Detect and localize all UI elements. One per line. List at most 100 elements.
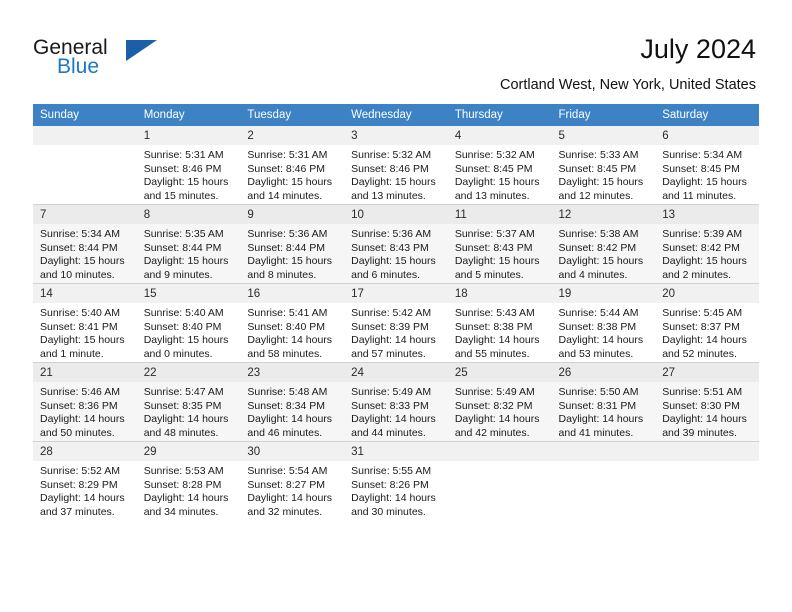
day-cell-inner: 11 Sunrise: 5:37 AM Sunset: 8:43 PM Dayligh… bbox=[447, 205, 552, 283]
daylight-text: and 52 minutes. bbox=[662, 347, 737, 360]
calendar-day-cell[interactable]: 8 Sunrise: 5:35 AM Sunset: 8:44 PM Daylight… bbox=[136, 204, 241, 284]
calendar-day-cell[interactable]: 6 Sunrise: 5:34 AM Sunset: 8:45 PM Daylight… bbox=[655, 126, 759, 205]
daylight-text: Daylight: 15 hours bbox=[558, 255, 644, 268]
daylight-text: and 58 minutes. bbox=[247, 347, 323, 360]
calendar-day-cell[interactable]: 28 Sunrise: 5:52 AM Sunset: 8:29 PM Dayligh… bbox=[33, 441, 137, 520]
day-number: 2 bbox=[240, 126, 345, 145]
daylight-text: and 14 minutes. bbox=[247, 189, 323, 202]
daylight-text: and 12 minutes. bbox=[558, 189, 634, 202]
calendar-week-row: 28 Sunrise: 5:52 AM Sunset: 8:29 PM Dayligh… bbox=[33, 441, 759, 520]
calendar-day-cell[interactable]: 20 Sunrise: 5:45 AM Sunset: 8:37 PM Dayligh… bbox=[655, 283, 759, 363]
calendar-day-cell[interactable]: 27 Sunrise: 5:51 AM Sunset: 8:30 PM Dayligh… bbox=[655, 362, 759, 442]
calendar-day-cell[interactable]: 21 Sunrise: 5:46 AM Sunset: 8:36 PM Dayligh… bbox=[33, 362, 137, 442]
calendar-day-cell[interactable]: 23 Sunrise: 5:48 AM Sunset: 8:34 PM Dayligh… bbox=[240, 362, 345, 442]
daylight-text: and 37 minutes. bbox=[40, 505, 115, 518]
calendar-day-cell[interactable]: 13 Sunrise: 5:39 AM Sunset: 8:42 PM Dayligh… bbox=[655, 204, 759, 284]
sunrise-text: Sunrise: 5:40 AM bbox=[143, 307, 224, 319]
sunrise-text: Sunrise: 5:34 AM bbox=[662, 149, 743, 161]
calendar-day-cell[interactable]: 2 Sunrise: 5:31 AM Sunset: 8:46 PM Daylight… bbox=[240, 126, 345, 205]
daylight-text: Daylight: 15 hours bbox=[558, 176, 644, 189]
calendar-day-cell[interactable]: 22 Sunrise: 5:47 AM Sunset: 8:35 PM Dayligh… bbox=[136, 362, 241, 442]
day-cell-inner: 3 Sunrise: 5:32 AM Sunset: 8:46 PM Daylight… bbox=[344, 126, 448, 204]
day-cell-inner: 22 Sunrise: 5:47 AM Sunset: 8:35 PM Dayligh… bbox=[136, 363, 241, 441]
sunrise-text: Sunrise: 5:32 AM bbox=[454, 149, 535, 161]
sunrise-text: Sunrise: 5:53 AM bbox=[143, 465, 224, 477]
day-cell-inner: 16 Sunrise: 5:41 AM Sunset: 8:40 PM Dayligh… bbox=[240, 284, 345, 362]
calendar-day-cell[interactable]: 16 Sunrise: 5:41 AM Sunset: 8:40 PM Dayligh… bbox=[240, 283, 345, 363]
calendar-day-cell[interactable]: 18 Sunrise: 5:43 AM Sunset: 8:38 PM Dayligh… bbox=[447, 283, 552, 363]
calendar-day-cell[interactable]: 12 Sunrise: 5:38 AM Sunset: 8:42 PM Dayligh… bbox=[551, 204, 656, 284]
calendar-day-cell[interactable]: 11 Sunrise: 5:37 AM Sunset: 8:43 PM Dayligh… bbox=[447, 204, 552, 284]
calendar-day-cell[interactable]: 29 Sunrise: 5:53 AM Sunset: 8:28 PM Dayligh… bbox=[136, 441, 241, 520]
daylight-text: Daylight: 14 hours bbox=[247, 413, 333, 426]
day-cell-inner: 28 Sunrise: 5:52 AM Sunset: 8:29 PM Dayligh… bbox=[33, 442, 137, 520]
sunset-text: Sunset: 8:41 PM bbox=[40, 320, 118, 333]
calendar-day-cell[interactable]: 19 Sunrise: 5:44 AM Sunset: 8:38 PM Dayligh… bbox=[551, 283, 656, 363]
daylight-text: and 13 minutes. bbox=[351, 189, 426, 202]
day-number: 29 bbox=[136, 442, 241, 461]
sunset-text: Sunset: 8:39 PM bbox=[351, 320, 429, 333]
day-cell-inner: 13 Sunrise: 5:39 AM Sunset: 8:42 PM Dayligh… bbox=[655, 205, 759, 283]
day-cell-inner: 1 Sunrise: 5:31 AM Sunset: 8:46 PM Daylight… bbox=[136, 126, 241, 204]
sunrise-text: Sunrise: 5:42 AM bbox=[351, 307, 432, 319]
daylight-text: Daylight: 15 hours bbox=[40, 334, 125, 347]
calendar-day-cell[interactable]: 9 Sunrise: 5:36 AM Sunset: 8:44 PM Daylight… bbox=[240, 204, 345, 284]
calendar-day-cell[interactable]: 24 Sunrise: 5:49 AM Sunset: 8:33 PM Dayligh… bbox=[344, 362, 448, 442]
day-detail-lines: Sunrise: 5:44 AM Sunset: 8:38 PM Daylight:… bbox=[552, 303, 656, 361]
daylight-text: Daylight: 15 hours bbox=[351, 176, 436, 189]
day-detail-lines: Sunrise: 5:48 AM Sunset: 8:34 PM Daylight:… bbox=[240, 382, 344, 440]
calendar-day-cell[interactable]: 26 Sunrise: 5:50 AM Sunset: 8:31 PM Dayligh… bbox=[551, 362, 656, 442]
calendar-day-cell[interactable]: 10 Sunrise: 5:36 AM Sunset: 8:43 PM Dayligh… bbox=[344, 204, 448, 284]
day-cell-inner: 5 Sunrise: 5:33 AM Sunset: 8:45 PM Daylight… bbox=[551, 126, 656, 204]
sunrise-text: Sunrise: 5:49 AM bbox=[454, 386, 535, 398]
day-cell-inner: 6 Sunrise: 5:34 AM Sunset: 8:45 PM Daylight… bbox=[655, 126, 759, 204]
sunrise-text: Sunrise: 5:35 AM bbox=[143, 228, 224, 240]
calendar-day-cell[interactable]: 15 Sunrise: 5:40 AM Sunset: 8:40 PM Dayligh… bbox=[136, 283, 241, 363]
daylight-text: Daylight: 14 hours bbox=[662, 334, 747, 347]
daylight-text: and 13 minutes. bbox=[454, 189, 530, 202]
day-number: 9 bbox=[240, 205, 345, 224]
sunrise-text: Sunrise: 5:44 AM bbox=[558, 307, 639, 319]
calendar-day-cell[interactable]: 3 Sunrise: 5:32 AM Sunset: 8:46 PM Daylight… bbox=[344, 126, 448, 205]
calendar-day-cell[interactable]: 17 Sunrise: 5:42 AM Sunset: 8:39 PM Dayligh… bbox=[344, 283, 448, 363]
calendar-day-cell[interactable]: 5 Sunrise: 5:33 AM Sunset: 8:45 PM Daylight… bbox=[551, 126, 656, 205]
day-number bbox=[655, 442, 759, 461]
day-detail-lines: Sunrise: 5:32 AM Sunset: 8:45 PM Daylight:… bbox=[448, 145, 552, 203]
calendar-day-cell[interactable]: 30 Sunrise: 5:54 AM Sunset: 8:27 PM Dayligh… bbox=[240, 441, 345, 520]
sunrise-text: Sunrise: 5:40 AM bbox=[40, 307, 120, 319]
day-cell-inner: 17 Sunrise: 5:42 AM Sunset: 8:39 PM Dayligh… bbox=[344, 284, 448, 362]
calendar-day-cell[interactable]: 25 Sunrise: 5:49 AM Sunset: 8:32 PM Dayligh… bbox=[447, 362, 552, 442]
day-detail-lines bbox=[448, 461, 552, 465]
daylight-text: Daylight: 14 hours bbox=[454, 413, 540, 426]
sunrise-text: Sunrise: 5:33 AM bbox=[558, 149, 639, 161]
calendar-day-cell[interactable]: 1 Sunrise: 5:31 AM Sunset: 8:46 PM Daylight… bbox=[136, 126, 241, 205]
sunrise-text: Sunrise: 5:36 AM bbox=[351, 228, 432, 240]
page-subtitle: Cortland West, New York, United States bbox=[499, 77, 756, 93]
daylight-text: and 2 minutes. bbox=[662, 268, 732, 281]
daylight-text: and 53 minutes. bbox=[558, 347, 634, 360]
sunset-text: Sunset: 8:43 PM bbox=[454, 241, 533, 254]
day-number: 1 bbox=[136, 126, 241, 145]
daylight-text: and 39 minutes. bbox=[662, 426, 737, 439]
sunset-text: Sunset: 8:45 PM bbox=[558, 162, 637, 175]
day-detail-lines: Sunrise: 5:36 AM Sunset: 8:43 PM Daylight:… bbox=[344, 224, 448, 282]
day-detail-lines: Sunrise: 5:37 AM Sunset: 8:43 PM Daylight:… bbox=[448, 224, 552, 282]
sunrise-text: Sunrise: 5:32 AM bbox=[351, 149, 432, 161]
day-cell-inner: 25 Sunrise: 5:49 AM Sunset: 8:32 PM Dayligh… bbox=[447, 363, 552, 441]
sunset-text: Sunset: 8:45 PM bbox=[454, 162, 533, 175]
day-cell-inner bbox=[447, 442, 552, 520]
calendar-day-cell[interactable]: 14 Sunrise: 5:40 AM Sunset: 8:41 PM Dayligh… bbox=[33, 283, 137, 363]
sunset-text: Sunset: 8:38 PM bbox=[558, 320, 637, 333]
day-detail-lines: Sunrise: 5:36 AM Sunset: 8:44 PM Daylight:… bbox=[240, 224, 344, 282]
sunrise-text: Sunrise: 5:48 AM bbox=[247, 386, 328, 398]
calendar-day-cell[interactable]: 31 Sunrise: 5:55 AM Sunset: 8:26 PM Dayligh… bbox=[344, 441, 448, 520]
sunrise-text: Sunrise: 5:55 AM bbox=[351, 465, 432, 477]
day-cell-inner: 2 Sunrise: 5:31 AM Sunset: 8:46 PM Daylight… bbox=[240, 126, 345, 204]
day-number: 10 bbox=[344, 205, 448, 224]
day-number: 7 bbox=[33, 205, 137, 224]
sunset-text: Sunset: 8:34 PM bbox=[247, 399, 326, 412]
calendar-day-cell-empty bbox=[447, 441, 552, 520]
calendar-day-cell[interactable]: 4 Sunrise: 5:32 AM Sunset: 8:45 PM Daylight… bbox=[447, 126, 552, 205]
calendar-day-cell[interactable]: 7 Sunrise: 5:34 AM Sunset: 8:44 PM Daylight… bbox=[33, 204, 137, 284]
daylight-text: Daylight: 15 hours bbox=[454, 255, 540, 268]
